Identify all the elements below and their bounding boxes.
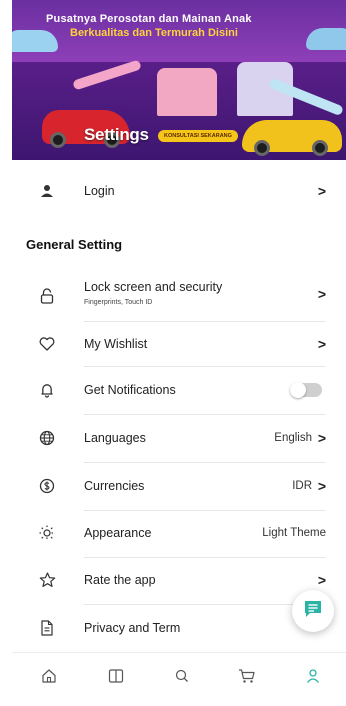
chevron-right-icon: >	[317, 572, 326, 588]
search-icon	[174, 668, 190, 689]
my-wishlist-label: My Wishlist	[84, 337, 148, 351]
divider	[84, 366, 326, 367]
appearance-value: Light Theme	[262, 527, 326, 539]
privacy-and-term-row[interactable]: Privacy and Term	[12, 614, 340, 642]
chat-icon	[303, 599, 323, 624]
globe-icon	[38, 429, 56, 447]
languages-label: Languages	[84, 431, 146, 445]
login-row[interactable]: Login >	[12, 177, 340, 205]
nav-cart[interactable]	[236, 667, 258, 689]
wheel-icon	[254, 140, 270, 156]
lock-screen-label: Lock screen and security	[84, 280, 223, 294]
chevron-right-icon: >	[317, 336, 326, 352]
divider	[84, 414, 326, 415]
bottom-navigation	[12, 652, 346, 702]
divider	[84, 557, 326, 558]
banner-headline: Pusatnya Perosotan dan Mainan Anak	[46, 13, 252, 25]
divider	[84, 462, 326, 463]
login-label: Login	[84, 184, 115, 198]
chevron-right-icon: >	[317, 478, 326, 494]
playhouse-image	[157, 68, 217, 116]
my-wishlist-row[interactable]: My Wishlist >	[12, 330, 340, 358]
notifications-toggle[interactable]	[290, 382, 322, 398]
banner-subheadline: Berkualitas dan Termurah Disini	[70, 27, 238, 39]
dino-toy-image	[12, 30, 58, 52]
get-notifications-label: Get Notifications	[84, 383, 176, 397]
divider	[84, 604, 326, 605]
home-icon	[41, 668, 57, 689]
promo-banner[interactable]: Pusatnya Perosotan dan Mainan Anak Berku…	[12, 0, 346, 160]
document-icon	[38, 619, 56, 637]
currencies-row[interactable]: Currencies IDR >	[12, 472, 340, 500]
currency-icon	[38, 477, 56, 495]
bell-icon	[38, 381, 56, 399]
page-title: Settings	[84, 125, 149, 144]
user-icon	[38, 182, 56, 200]
languages-row[interactable]: Languages English >	[12, 424, 340, 452]
chat-button[interactable]	[292, 590, 334, 632]
language-value: English	[274, 432, 312, 444]
slide-image	[72, 59, 142, 91]
section-title: General Setting	[26, 237, 123, 252]
nav-home[interactable]	[38, 667, 60, 689]
divider	[84, 321, 326, 322]
currencies-label: Currencies	[84, 479, 145, 493]
divider	[84, 510, 326, 511]
catalog-icon	[108, 668, 124, 689]
rate-the-app-row[interactable]: Rate the app >	[12, 566, 340, 594]
wheel-icon	[312, 140, 328, 156]
wheel-icon	[50, 132, 66, 148]
chevron-right-icon: >	[317, 286, 326, 302]
profile-icon	[305, 668, 321, 689]
dino-toy-image	[306, 28, 346, 50]
cart-icon	[238, 668, 256, 689]
appearance-row[interactable]: Appearance Light Theme	[12, 519, 340, 547]
privacy-and-term-label: Privacy and Term	[84, 621, 181, 635]
nav-catalog[interactable]	[105, 667, 127, 689]
nav-search[interactable]	[171, 667, 193, 689]
lock-icon	[38, 287, 56, 305]
currency-value: IDR	[292, 480, 312, 492]
toggle-knob	[290, 382, 306, 398]
chevron-right-icon: >	[317, 183, 326, 199]
lock-screen-security-row[interactable]: Lock screen and security Fingerprints, T…	[12, 280, 340, 312]
rate-the-app-label: Rate the app	[84, 573, 156, 587]
lock-screen-sublabel: Fingerprints, Touch ID	[84, 299, 153, 306]
star-icon	[38, 571, 56, 589]
chevron-right-icon: >	[317, 430, 326, 446]
sun-icon	[38, 524, 56, 542]
get-notifications-row: Get Notifications	[12, 376, 340, 404]
nav-profile[interactable]	[302, 667, 324, 689]
heart-icon	[38, 335, 56, 353]
consult-now-button[interactable]: KONSULTASI SEKARANG	[158, 130, 238, 142]
yellow-toy-car-image	[242, 120, 342, 156]
appearance-label: Appearance	[84, 526, 152, 540]
